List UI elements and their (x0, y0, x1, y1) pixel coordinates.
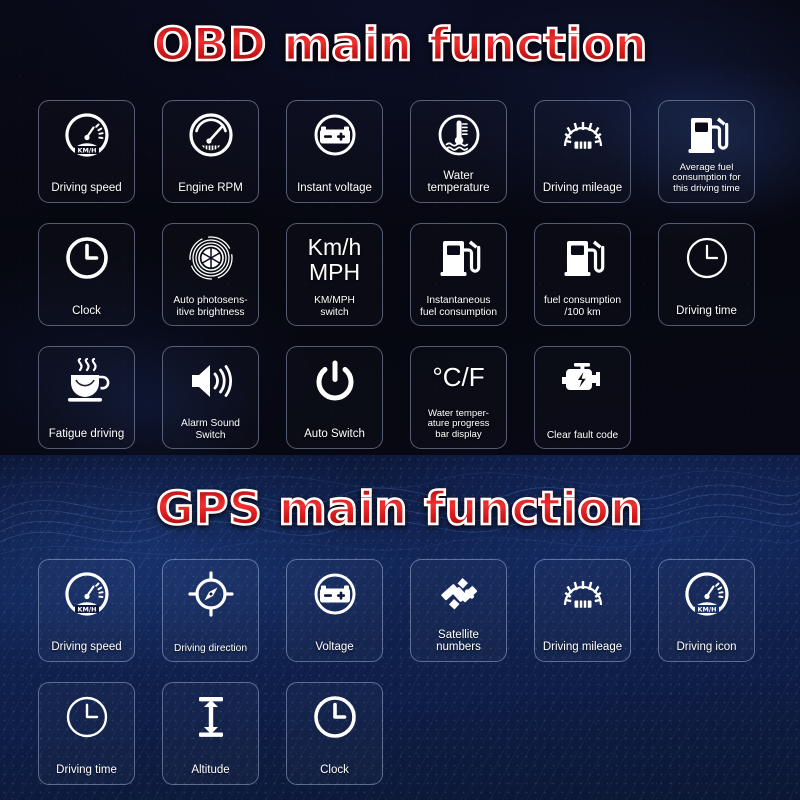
feature-label: Driving mileage (542, 182, 623, 195)
feature-card-fatigue-driving[interactable]: Fatigue driving (38, 346, 135, 449)
feature-label: Driving mileage (542, 641, 623, 654)
feature-label: Fatigue driving (48, 428, 125, 441)
check-engine-icon (555, 356, 611, 406)
feature-label: Altitude (191, 764, 230, 777)
feature-card-alarm-sound-switch[interactable]: Alarm Sound Switch (162, 346, 259, 449)
feature-card-gps-driving-mileage[interactable]: Driving mileage (534, 559, 631, 662)
feature-label: Water temperature (427, 169, 490, 195)
feature-label: Instantaneous fuel consumption (419, 295, 498, 318)
celsius-fahrenheit-text: °C/F (432, 362, 485, 392)
feature-card-gps-clock[interactable]: Clock (286, 682, 383, 785)
tachometer-rpm-icon (183, 110, 239, 160)
product-feature-graphic: OBD main function KM/H Driving speed Eng… (0, 0, 800, 800)
speedometer-kmh-icon: KM/H (59, 110, 115, 160)
svg-text:KM/H: KM/H (77, 147, 96, 155)
feature-label: Driving icon (676, 641, 737, 654)
fuel-pump-icon (431, 233, 487, 283)
speaker-sound-icon (183, 356, 239, 406)
speedometer-kmh-icon: KM/H (679, 569, 735, 619)
svg-text:KM/H: KM/H (77, 606, 96, 614)
speedometer-kmh-icon: KM/H (59, 569, 115, 619)
feature-label: Driving direction (173, 642, 248, 654)
feature-card-driving-icon[interactable]: KM/H Driving icon (658, 559, 755, 662)
feature-card-driving-direction[interactable]: Driving direction (162, 559, 259, 662)
water-temperature-icon (431, 110, 487, 160)
gps-row-2: Driving time Altitude Clock (0, 682, 800, 785)
feature-label: KM/MPH switch (314, 295, 355, 318)
satellite-icon (431, 569, 487, 619)
svg-text:KM/H: KM/H (697, 606, 716, 614)
feature-card-instantaneous-fuel-consumption[interactable]: Instantaneous fuel consumption (410, 223, 507, 326)
feature-label: Driving speed (51, 182, 122, 195)
feature-label: Water temper- ature progress bar display (427, 407, 490, 441)
feature-card-gps-driving-speed[interactable]: KM/H Driving speed (38, 559, 135, 662)
obd-section-title: OBD main function (0, 17, 800, 73)
feature-card-instant-voltage[interactable]: Instant voltage (286, 100, 383, 203)
feature-card-auto-photosensitive-brightness[interactable]: Auto photosens- itive brightness (162, 223, 259, 326)
feature-label: Voltage (315, 641, 354, 654)
feature-card-driving-time[interactable]: Driving time (658, 223, 755, 326)
feature-label: Satellite numbers (436, 628, 481, 654)
feature-label: Instant voltage (297, 182, 372, 195)
gps-section-title: GPS main function (0, 481, 800, 537)
coffee-cup-icon (59, 356, 115, 406)
feature-card-auto-switch[interactable]: Auto Switch (286, 346, 383, 449)
clock-thin-icon (59, 692, 115, 742)
feature-card-average-fuel-consumption[interactable]: Average fuel consumption for this drivin… (658, 100, 755, 203)
battery-circle-icon (307, 569, 363, 619)
battery-circle-icon (307, 110, 363, 160)
feature-card-gps-driving-time[interactable]: Driving time (38, 682, 135, 785)
feature-label: Auto photosens- itive brightness (173, 295, 248, 318)
feature-card-water-temperature-bar[interactable]: °C/F Water temper- ature progress bar di… (410, 346, 507, 449)
obd-row-2: Clock Auto photosens- itive brightness K… (0, 223, 800, 326)
obd-title-text: OBD main function (151, 17, 648, 73)
feature-label: Clock (320, 764, 349, 777)
feature-label: Engine RPM (178, 182, 243, 195)
gps-row-1: KM/H Driving speed Driving direction Vol… (0, 559, 800, 662)
clock-bold-icon (307, 692, 363, 742)
feature-card-satellite-numbers[interactable]: Satellite numbers (410, 559, 507, 662)
odometer-icon (555, 110, 611, 160)
fuel-pump-icon (555, 233, 611, 283)
obd-row-1: KM/H Driving speed Engine RPM Instant vo… (0, 100, 800, 203)
clock-thin-icon (679, 233, 735, 283)
altitude-arrow-icon (183, 692, 239, 742)
feature-label: Alarm Sound Switch (181, 418, 240, 441)
feature-label: Driving time (676, 305, 737, 318)
feature-label: Driving speed (51, 641, 122, 654)
feature-label: Auto Switch (304, 428, 365, 441)
obd-row-3: Fatigue driving Alarm Sound Switch Auto … (0, 346, 800, 449)
feature-card-water-temperature[interactable]: Water temperature (410, 100, 507, 203)
feature-card-driving-mileage[interactable]: Driving mileage (534, 100, 631, 203)
feature-label: Driving time (56, 764, 117, 777)
feature-card-voltage[interactable]: Voltage (286, 559, 383, 662)
compass-direction-icon (183, 569, 239, 619)
feature-card-driving-speed[interactable]: KM/H Driving speed (38, 100, 135, 203)
feature-card-km-mph-switch[interactable]: Km/h MPH KM/MPH switch (286, 223, 383, 326)
feature-card-engine-rpm[interactable]: Engine RPM (162, 100, 259, 203)
feature-card-clear-fault-code[interactable]: Clear fault code (534, 346, 631, 449)
clock-bold-icon (59, 233, 115, 283)
feature-label: fuel consumption /100 km (543, 295, 622, 318)
feature-card-altitude[interactable]: Altitude (162, 682, 259, 785)
feature-card-fuel-consumption-100km[interactable]: fuel consumption /100 km (534, 223, 631, 326)
fuel-pump-icon (679, 110, 735, 160)
feature-label: Clear fault code (546, 429, 619, 441)
power-button-icon (307, 356, 363, 406)
gps-title-text: GPS main function (155, 481, 644, 537)
feature-label: Clock (72, 305, 101, 318)
kmh-mph-text: Km/h MPH (307, 234, 362, 285)
odometer-icon (555, 569, 611, 619)
feature-label: Average fuel consumption for this drivin… (672, 161, 741, 195)
aperture-iris-icon (183, 233, 239, 283)
feature-card-clock[interactable]: Clock (38, 223, 135, 326)
